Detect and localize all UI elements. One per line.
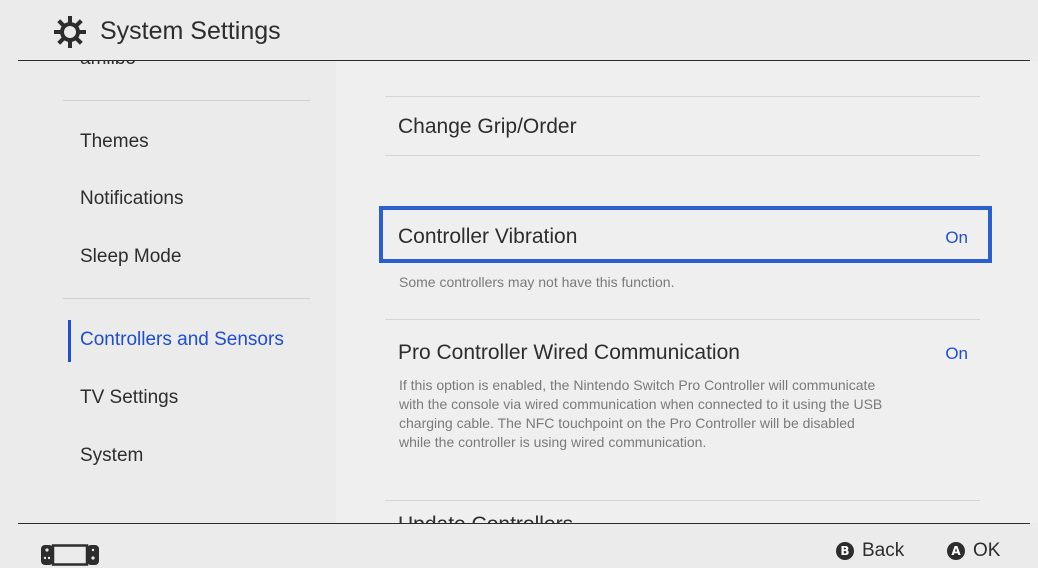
a-button-icon: A bbox=[947, 542, 965, 560]
row-divider bbox=[385, 319, 980, 320]
b-button-icon: B bbox=[836, 542, 854, 560]
sidebar-divider bbox=[63, 298, 310, 299]
back-label: Back bbox=[862, 540, 905, 561]
sidebar-item-tv-settings[interactable]: TV Settings bbox=[80, 387, 178, 409]
controller-vibration-label: Controller Vibration bbox=[398, 225, 578, 248]
sidebar-item-amiibo[interactable]: amiibo bbox=[80, 61, 136, 70]
sidebar: amiibo Themes Notifications Sleep Mode C… bbox=[0, 61, 336, 523]
header: System Settings bbox=[0, 0, 1038, 61]
sidebar-divider bbox=[63, 100, 310, 101]
page-title: System Settings bbox=[100, 17, 281, 45]
description-line: while the controller is using wired comm… bbox=[399, 434, 707, 450]
row-divider bbox=[385, 500, 980, 501]
ok-label: OK bbox=[973, 540, 1001, 561]
active-indicator bbox=[68, 320, 71, 362]
controller-vibration-row[interactable]: Controller Vibration On bbox=[385, 225, 980, 271]
sidebar-item-system[interactable]: System bbox=[80, 445, 143, 467]
settings-panel: Change Grip/Order Controller Vibration O… bbox=[336, 61, 1038, 523]
pro-controller-wired-label: Pro Controller Wired Communication bbox=[398, 341, 740, 364]
console-icon bbox=[41, 544, 99, 566]
row-divider bbox=[385, 155, 980, 156]
sidebar-item-sleep-mode[interactable]: Sleep Mode bbox=[80, 246, 181, 268]
description-line: with the console via wired communication… bbox=[399, 396, 883, 412]
sidebar-item-controllers-and-sensors[interactable]: Controllers and Sensors bbox=[80, 329, 284, 351]
row-divider bbox=[385, 96, 980, 97]
gear-icon bbox=[54, 16, 86, 48]
ok-button[interactable]: A OK bbox=[947, 539, 1000, 563]
pro-controller-wired-value: On bbox=[945, 344, 968, 363]
footer-divider bbox=[18, 523, 1030, 524]
description-line: If this option is enabled, the Nintendo … bbox=[399, 377, 876, 393]
description-line: charging cable. The NFC touchpoint on th… bbox=[399, 415, 855, 431]
footer: B Back A OK bbox=[0, 523, 1038, 568]
sidebar-item-notifications[interactable]: Notifications bbox=[80, 188, 184, 210]
change-grip-order-label: Change Grip/Order bbox=[398, 115, 577, 138]
update-controllers-row[interactable]: Update Controllers bbox=[398, 513, 573, 523]
controller-vibration-value: On bbox=[945, 228, 968, 247]
controller-vibration-description: Some controllers may not have this funct… bbox=[399, 274, 675, 290]
pro-controller-wired-description: If this option is enabled, the Nintendo … bbox=[399, 376, 984, 452]
back-button[interactable]: B Back bbox=[836, 539, 904, 563]
sidebar-item-themes[interactable]: Themes bbox=[80, 131, 149, 153]
